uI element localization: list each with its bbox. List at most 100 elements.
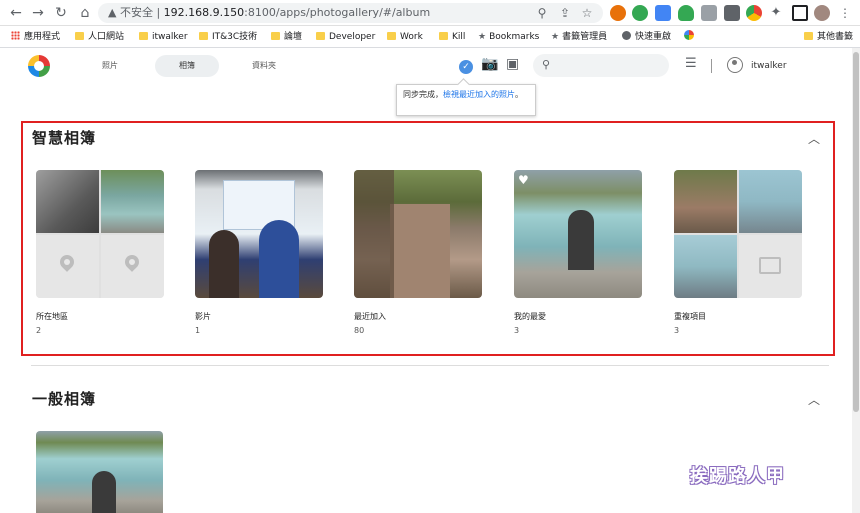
- chevron-up-icon[interactable]: ︿: [808, 130, 820, 147]
- tab-albums[interactable]: 相簿: [155, 55, 219, 77]
- shield-icon[interactable]: [678, 5, 694, 21]
- album-thumbnail[interactable]: [36, 170, 164, 298]
- extension-icon-2[interactable]: [701, 5, 717, 21]
- user-avatar-icon[interactable]: [727, 57, 743, 73]
- album-recently-added[interactable]: 最近加入 80: [354, 170, 482, 335]
- back-icon[interactable]: ←: [6, 3, 26, 23]
- sync-complete-icon[interactable]: ✓: [459, 60, 473, 74]
- folder-icon: [439, 32, 448, 40]
- album-count: 3: [514, 326, 520, 335]
- bookmark-star-icon[interactable]: ☆: [578, 3, 596, 23]
- album-label: 最近加入: [354, 312, 386, 321]
- photo-tile: [101, 170, 164, 233]
- building-shape: [390, 204, 450, 298]
- normal-albums-title: 一般相簿: [32, 390, 97, 408]
- star-icon: ★: [551, 32, 560, 42]
- album-thumbnail[interactable]: ♥: [514, 170, 642, 298]
- location-pin-icon: [122, 252, 142, 272]
- album-location[interactable]: 所在地區 2: [36, 170, 164, 335]
- reload-icon[interactable]: ↻: [51, 3, 71, 23]
- bookmark-other[interactable]: 其他書籤: [804, 30, 853, 44]
- print-icon[interactable]: [724, 5, 740, 21]
- bookmark-manager[interactable]: ★ 書籤管理員: [551, 30, 607, 44]
- album-label: 重複項目: [674, 312, 706, 321]
- page-scrollbar[interactable]: [852, 48, 860, 513]
- address-bar-row: ← → ↻ ⌂ ▲ 不安全 | 192.168.9.150:8100/apps/…: [0, 0, 860, 26]
- image-placeholder-icon: [759, 257, 781, 274]
- upload-image-icon[interactable]: ▣: [506, 56, 519, 72]
- watermark-logo: 挨踢路人甲: [690, 466, 785, 487]
- section-divider: [31, 365, 829, 366]
- globe-icon: [622, 31, 631, 40]
- folder-icon: [271, 32, 280, 40]
- album-thumbnail[interactable]: [354, 170, 482, 298]
- star-icon: ★: [478, 32, 487, 42]
- bookmarks-bar: 應用程式 人口網站 itwalker IT&3C技術 論壇 Developer …: [0, 26, 860, 48]
- folder-icon: [199, 32, 208, 40]
- camera-add-icon[interactable]: 📷: [481, 56, 498, 72]
- photo-station-logo-icon[interactable]: [28, 55, 50, 77]
- folder-icon: [139, 32, 148, 40]
- search-icon: ⚲: [542, 58, 551, 71]
- username[interactable]: itwalker: [751, 61, 787, 71]
- url-path: :8100/apps/photogallery/#/album: [244, 6, 431, 19]
- album-count: 2: [36, 326, 42, 335]
- photo-tile: [674, 170, 737, 233]
- bookmark-folder[interactable]: itwalker: [139, 30, 188, 44]
- photo-tile: [36, 170, 99, 233]
- album-count: 3: [674, 326, 680, 335]
- bookmark-folder[interactable]: 論壇: [271, 30, 302, 44]
- person-figure: [209, 230, 239, 298]
- profile-avatar-icon[interactable]: [814, 5, 830, 21]
- tab-photos[interactable]: 照片: [84, 55, 136, 77]
- color-picker-icon[interactable]: [746, 5, 762, 21]
- google-icon: [684, 30, 694, 40]
- bookmark-bookmarks[interactable]: ★ Bookmarks: [478, 30, 539, 44]
- album-label: 影片: [195, 312, 211, 321]
- sort-icon[interactable]: ☰: [685, 56, 697, 71]
- folder-icon: [387, 32, 396, 40]
- share-icon[interactable]: ⇪: [556, 3, 574, 23]
- location-tile: [101, 235, 164, 298]
- placeholder-tile: [739, 235, 802, 298]
- translate-icon[interactable]: [655, 5, 671, 21]
- bookmark-speed[interactable]: 快速重啟: [622, 30, 671, 44]
- evernote-icon[interactable]: [632, 5, 648, 21]
- photo-tile: [739, 170, 802, 233]
- bookmark-folder[interactable]: Developer: [316, 30, 375, 44]
- url-bar[interactable]: ▲ 不安全 | 192.168.9.150:8100/apps/photogal…: [98, 3, 603, 23]
- bookmark-folder[interactable]: 人口網站: [75, 30, 124, 44]
- album-count: 1: [195, 326, 201, 335]
- tab-folders[interactable]: 資料夾: [238, 55, 290, 77]
- header-divider: [711, 59, 712, 73]
- photo-tile: [674, 235, 737, 298]
- scrollbar-thumb[interactable]: [853, 52, 859, 412]
- album-videos[interactable]: 影片 1: [195, 170, 323, 335]
- person-figure: [568, 210, 594, 270]
- album-label: 我的最愛: [514, 312, 546, 321]
- album-duplicates[interactable]: 重複項目 3: [674, 170, 802, 335]
- search-input[interactable]: ⚲: [533, 54, 669, 77]
- bookmark-google[interactable]: [684, 30, 694, 44]
- album-thumbnail[interactable]: [195, 170, 323, 298]
- home-icon[interactable]: ⌂: [75, 3, 95, 23]
- location-pin-icon: [57, 252, 77, 272]
- album-favorites[interactable]: ♥ 我的最愛 3: [514, 170, 642, 335]
- bookmark-apps[interactable]: 應用程式: [11, 30, 60, 44]
- zoom-icon[interactable]: ⚲: [533, 3, 551, 23]
- extension-icon-1[interactable]: [610, 5, 626, 21]
- album-thumbnail[interactable]: [36, 431, 163, 513]
- forward-icon[interactable]: →: [28, 3, 48, 23]
- menu-dots-icon[interactable]: ⋮: [836, 3, 854, 23]
- album-thumbnail[interactable]: [674, 170, 802, 298]
- bookmark-folder[interactable]: Kill: [439, 30, 465, 44]
- bookmark-folder[interactable]: Work: [387, 30, 423, 44]
- tree-trunk: [354, 170, 394, 298]
- bookmark-folder[interactable]: IT&3C技術: [199, 30, 257, 44]
- view-recent-link[interactable]: 檢視最近加入的照片: [443, 90, 515, 99]
- warning-icon: ▲: [108, 6, 117, 19]
- browser-chrome: ← → ↻ ⌂ ▲ 不安全 | 192.168.9.150:8100/apps/…: [0, 0, 860, 48]
- chevron-up-icon[interactable]: ︿: [808, 391, 820, 408]
- puzzle-icon[interactable]: ✦: [767, 3, 785, 23]
- sidebar-icon[interactable]: [792, 5, 808, 21]
